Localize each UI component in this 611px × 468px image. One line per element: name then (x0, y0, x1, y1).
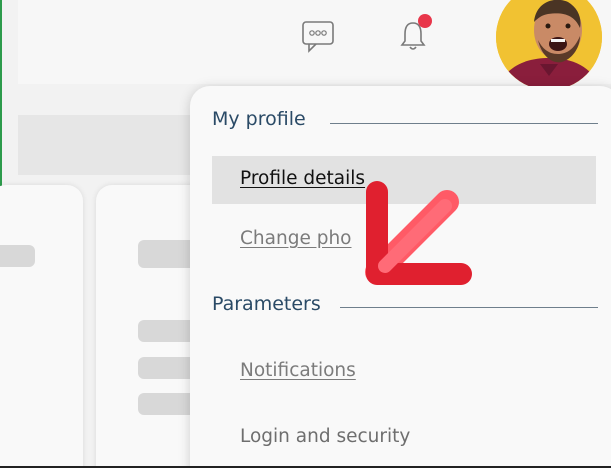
section-divider (330, 123, 598, 124)
menu-item-login-security[interactable]: Login and security (240, 426, 410, 447)
section-title-parameters: Parameters (212, 293, 321, 315)
notification-badge (418, 14, 432, 28)
chat-bubble-icon[interactable] (300, 18, 336, 54)
section-title-my-profile: My profile (212, 108, 306, 130)
pointer-arrow-icon (365, 181, 472, 285)
dashboard-card[interactable] (0, 185, 83, 468)
section-divider (340, 307, 598, 308)
placeholder-bar (0, 245, 35, 267)
app-window: My profile Profile details Change pho Pa… (0, 0, 611, 468)
menu-item-change-photo[interactable]: Change pho (240, 228, 352, 249)
menu-item-notifications[interactable]: Notifications (240, 360, 356, 381)
menu-item-profile-details[interactable]: Profile details (240, 168, 365, 189)
background-band (18, 115, 198, 175)
